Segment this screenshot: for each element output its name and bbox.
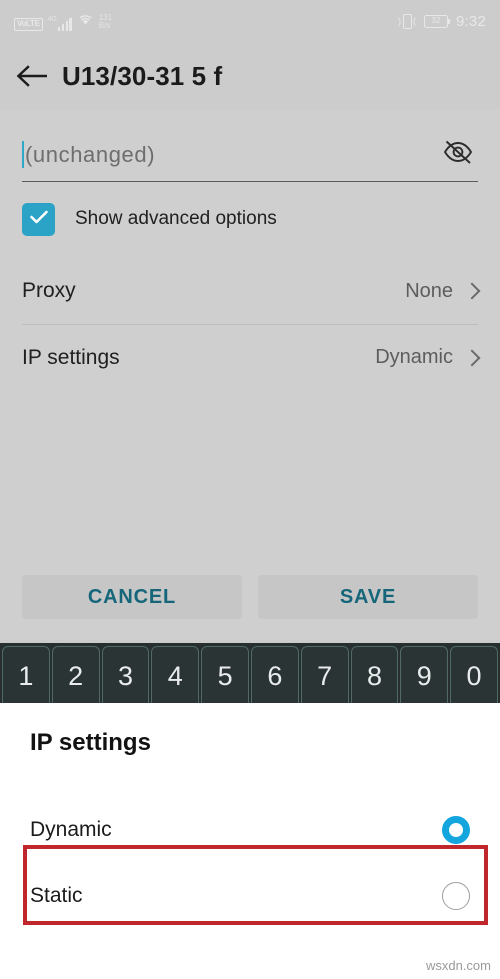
password-placeholder: (unchanged)	[25, 141, 156, 167]
key-1[interactable]: 1	[2, 646, 50, 705]
volte-icon: VoLTE	[14, 17, 43, 31]
ip-settings-value: Dynamic	[375, 346, 453, 368]
proxy-value: None	[405, 279, 453, 302]
app-bar: U13/30-31 5 f	[0, 42, 500, 110]
back-arrow-icon	[16, 64, 47, 88]
option-dynamic[interactable]: Dynamic	[30, 797, 470, 863]
wifi-icon	[77, 12, 94, 31]
status-bar-left: VoLTE 4G 131 B/s	[14, 12, 112, 31]
key-0[interactable]: 0	[450, 646, 498, 705]
clock-label: 9:32	[456, 12, 486, 30]
signal-bars-icon: 4G	[48, 16, 72, 31]
back-button[interactable]	[0, 42, 62, 110]
save-button[interactable]: SAVE	[258, 575, 478, 619]
show-advanced-options-checkbox-row[interactable]: Show advanced options	[22, 198, 478, 240]
key-6[interactable]: 6	[250, 646, 299, 705]
proxy-label: Proxy	[22, 279, 76, 302]
show-advanced-options-label: Show advanced options	[75, 208, 277, 229]
signal-strength-bars	[58, 17, 72, 31]
show-advanced-options-checkbox[interactable]	[22, 202, 55, 236]
radio-dynamic[interactable]	[442, 816, 470, 844]
option-static-label: Static	[30, 884, 83, 907]
radio-static[interactable]	[442, 882, 470, 910]
battery-level-label: 32	[431, 16, 441, 25]
network-type-label: 4G	[47, 15, 57, 23]
key-2[interactable]: 2	[51, 646, 100, 705]
battery-icon: 32	[424, 14, 451, 28]
key-7[interactable]: 7	[300, 646, 349, 705]
cancel-button[interactable]: CANCEL	[22, 575, 242, 619]
key-3[interactable]: 3	[101, 646, 150, 705]
status-bar: VoLTE 4G 131 B/s )( 32 9:32	[0, 0, 500, 42]
watermark-label: wsxdn.com	[425, 958, 491, 973]
ip-settings-dialog: IP settings Dynamic Static CANCEL	[0, 703, 500, 979]
eye-off-icon	[442, 139, 474, 170]
check-icon	[29, 209, 49, 230]
network-settings-form: (unchanged) Show advanced options Proxy …	[0, 110, 500, 640]
toggle-password-visibility-button[interactable]	[438, 135, 478, 175]
proxy-row[interactable]: Proxy None	[22, 258, 481, 324]
chevron-right-icon	[463, 349, 481, 366]
page-title: U13/30-31 5 f	[62, 60, 223, 91]
password-field[interactable]: (unchanged)	[22, 128, 478, 182]
form-action-bar: CANCEL SAVE	[0, 575, 500, 619]
text-cursor	[22, 141, 24, 168]
option-static[interactable]: Static	[30, 863, 470, 929]
chevron-right-icon	[463, 282, 481, 300]
keyboard-number-row: 1 2 3 4 5 6 7 8 9 0	[0, 643, 500, 705]
key-5[interactable]: 5	[201, 646, 249, 705]
key-4[interactable]: 4	[151, 646, 200, 705]
status-bar-right: )( 32 9:32	[398, 13, 486, 30]
dialog-title: IP settings	[30, 729, 151, 756]
ip-settings-label: IP settings	[22, 345, 120, 369]
key-8[interactable]: 8	[350, 646, 399, 705]
ip-settings-row[interactable]: IP settings Dynamic	[22, 324, 481, 390]
network-speed-indicator: 131 B/s	[98, 13, 112, 31]
phone-screen: VoLTE 4G 131 B/s )( 32 9:32 U13/30-31 5 …	[0, 0, 500, 979]
option-dynamic-label: Dynamic	[30, 818, 112, 841]
network-speed-unit: B/s	[98, 21, 111, 31]
key-9[interactable]: 9	[400, 646, 449, 705]
vibrate-icon: )(	[398, 13, 416, 29]
